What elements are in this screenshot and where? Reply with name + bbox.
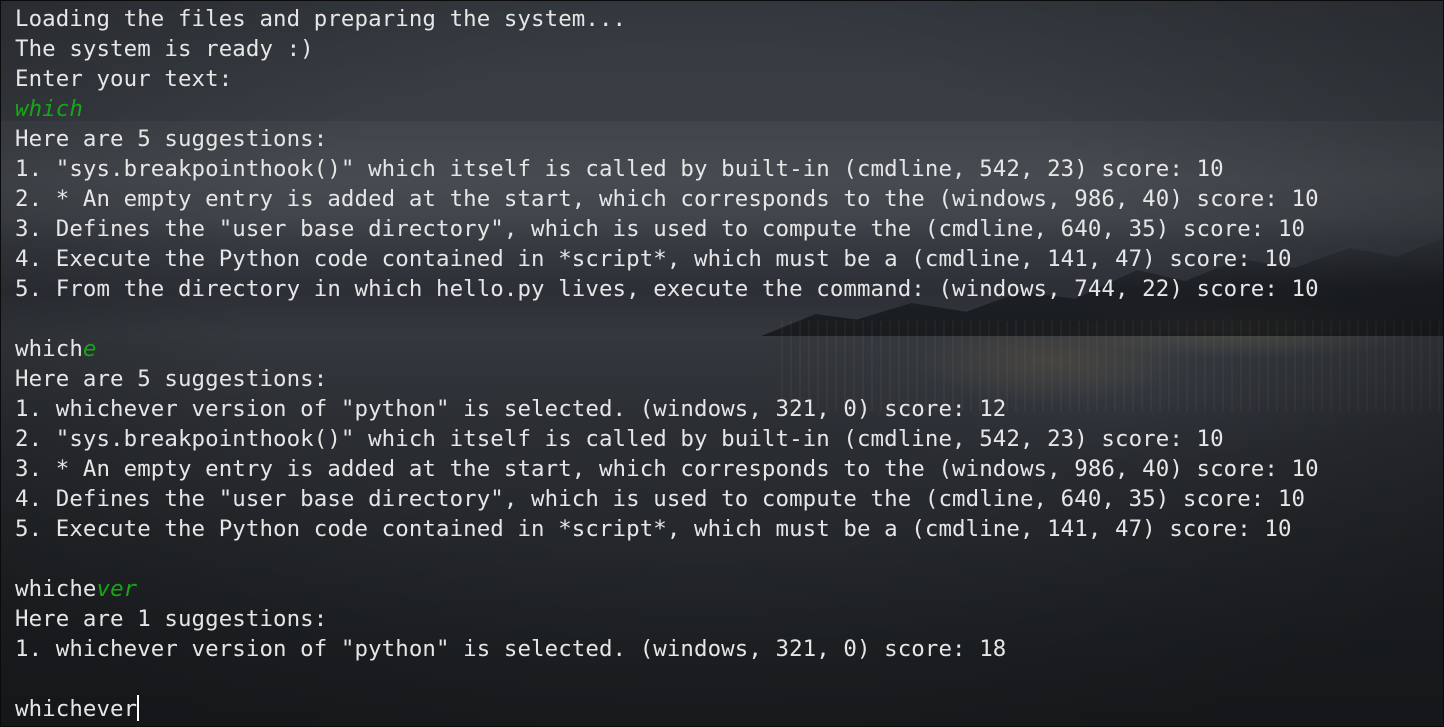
suggestion-item: 2. "sys.breakpointhook()" which itself i… xyxy=(15,426,1224,452)
query-line: which xyxy=(15,94,1319,124)
suggestion-item: 1. "sys.breakpointhook()" which itself i… xyxy=(15,156,1224,182)
typed-text: whiche xyxy=(15,576,97,602)
suggestions-header: Here are 5 suggestions: xyxy=(15,366,328,392)
suggestion-item: 4. Defines the "user base directory", wh… xyxy=(15,486,1306,512)
loading-message: Loading the files and preparing the syst… xyxy=(15,6,627,32)
query-line: whiche xyxy=(15,334,1319,364)
ready-message: The system is ready :) xyxy=(15,36,314,62)
autocomplete-hint: which xyxy=(15,96,83,122)
terminal-window[interactable]: Loading the files and preparing the syst… xyxy=(0,0,1444,727)
typed-text: which xyxy=(15,336,83,362)
suggestion-item: 5. Execute the Python code contained in … xyxy=(15,516,1292,542)
text-cursor xyxy=(137,695,140,721)
suggestion-item: 3. Defines the "user base directory", wh… xyxy=(15,216,1306,242)
query-line: whichever xyxy=(15,574,1319,604)
suggestion-item: 3. * An empty entry is added at the star… xyxy=(15,456,1319,482)
input-prompt: Enter your text: xyxy=(15,66,233,92)
suggestions-header: Here are 1 suggestions: xyxy=(15,606,328,632)
terminal-output: Loading the files and preparing the syst… xyxy=(15,4,1319,724)
suggestion-item: 5. From the directory in which hello.py … xyxy=(15,276,1319,302)
current-input-text[interactable]: whichever xyxy=(15,696,137,722)
autocomplete-hint: ver xyxy=(96,576,138,602)
suggestions-header: Here are 5 suggestions: xyxy=(15,126,328,152)
suggestion-item: 4. Execute the Python code contained in … xyxy=(15,246,1292,272)
suggestion-item: 2. * An empty entry is added at the star… xyxy=(15,186,1319,212)
autocomplete-hint: e xyxy=(82,336,97,362)
current-input-line[interactable]: whichever xyxy=(15,694,1319,724)
suggestion-item: 1. whichever version of "python" is sele… xyxy=(15,636,1007,662)
suggestion-item: 1. whichever version of "python" is sele… xyxy=(15,396,1007,422)
